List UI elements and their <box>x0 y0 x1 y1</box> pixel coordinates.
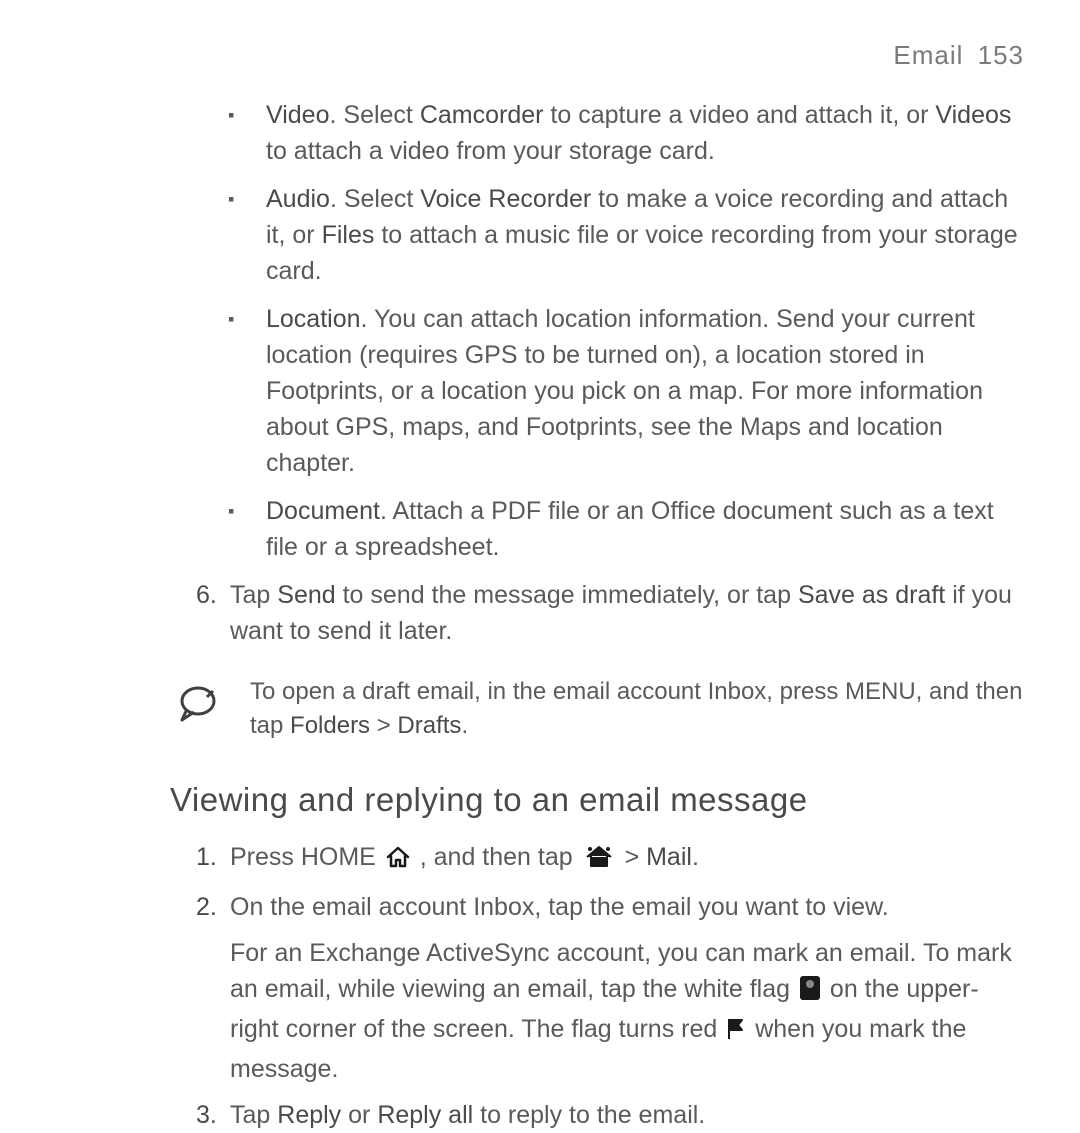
label-reply: Reply <box>277 1101 341 1129</box>
page-header: Email 153 <box>170 40 1024 71</box>
label-camcorder: Camcorder <box>420 101 544 129</box>
label-mail: Mail <box>646 843 692 871</box>
tip-text: To open a draft email, in the email acco… <box>230 675 1024 743</box>
flag-white-icon <box>799 975 821 1011</box>
bullet-video: Video. Select Camcorder to capture a vid… <box>266 97 1024 169</box>
flag-red-icon <box>726 1015 746 1051</box>
step-6: 6. Tap Send to send the message immediat… <box>230 577 1024 649</box>
s2-step-1: 1. Press HOME , and then tap > Mail. <box>230 839 1024 879</box>
label-files: Files <box>322 221 375 249</box>
step-2-detail: For an Exchange ActiveSync account, you … <box>230 935 1024 1087</box>
step-number: 6. <box>196 577 217 613</box>
label-send: Send <box>277 581 335 609</box>
label-voice-recorder: Voice Recorder <box>420 185 591 213</box>
step-list: 6. Tap Send to send the message immediat… <box>170 577 1024 649</box>
label-location: Location <box>266 305 361 333</box>
label-folders: Folders <box>290 712 370 739</box>
step-number: 1. <box>196 839 217 875</box>
label-document: Document <box>266 497 380 525</box>
section2-steps: 1. Press HOME , and then tap > Mail. 2. … <box>170 839 1024 1133</box>
header-page-number: 153 <box>978 40 1024 70</box>
section-heading: Viewing and replying to an email message <box>170 781 1024 819</box>
bullet-document: Document. Attach a PDF file or an Office… <box>266 493 1024 565</box>
s2-step-3: 3. Tap Reply or Reply all to reply to th… <box>230 1097 1024 1133</box>
step-number: 2. <box>196 889 217 925</box>
s2-step-2: 2. On the email account Inbox, tap the e… <box>230 889 1024 1087</box>
label-video: Video <box>266 101 330 129</box>
label-videos: Videos <box>935 101 1011 129</box>
tip-note: To open a draft email, in the email acco… <box>170 675 1024 743</box>
page: Email 153 Video. Select Camcorder to cap… <box>0 0 1080 1080</box>
tip-icon <box>170 675 230 725</box>
header-section: Email <box>893 40 963 70</box>
attachment-bullets: Video. Select Camcorder to capture a vid… <box>170 97 1024 565</box>
home-icon <box>385 843 411 879</box>
bullet-location: Location. You can attach location inform… <box>266 301 1024 481</box>
bullet-audio: Audio. Select Voice Recorder to make a v… <box>266 181 1024 289</box>
label-save-as-draft: Save as draft <box>798 581 945 609</box>
label-drafts: Drafts <box>397 712 461 739</box>
apps-home-icon <box>582 843 616 879</box>
label-reply-all: Reply all <box>377 1101 473 1129</box>
label-audio: Audio <box>266 185 330 213</box>
step-number: 3. <box>196 1097 217 1133</box>
